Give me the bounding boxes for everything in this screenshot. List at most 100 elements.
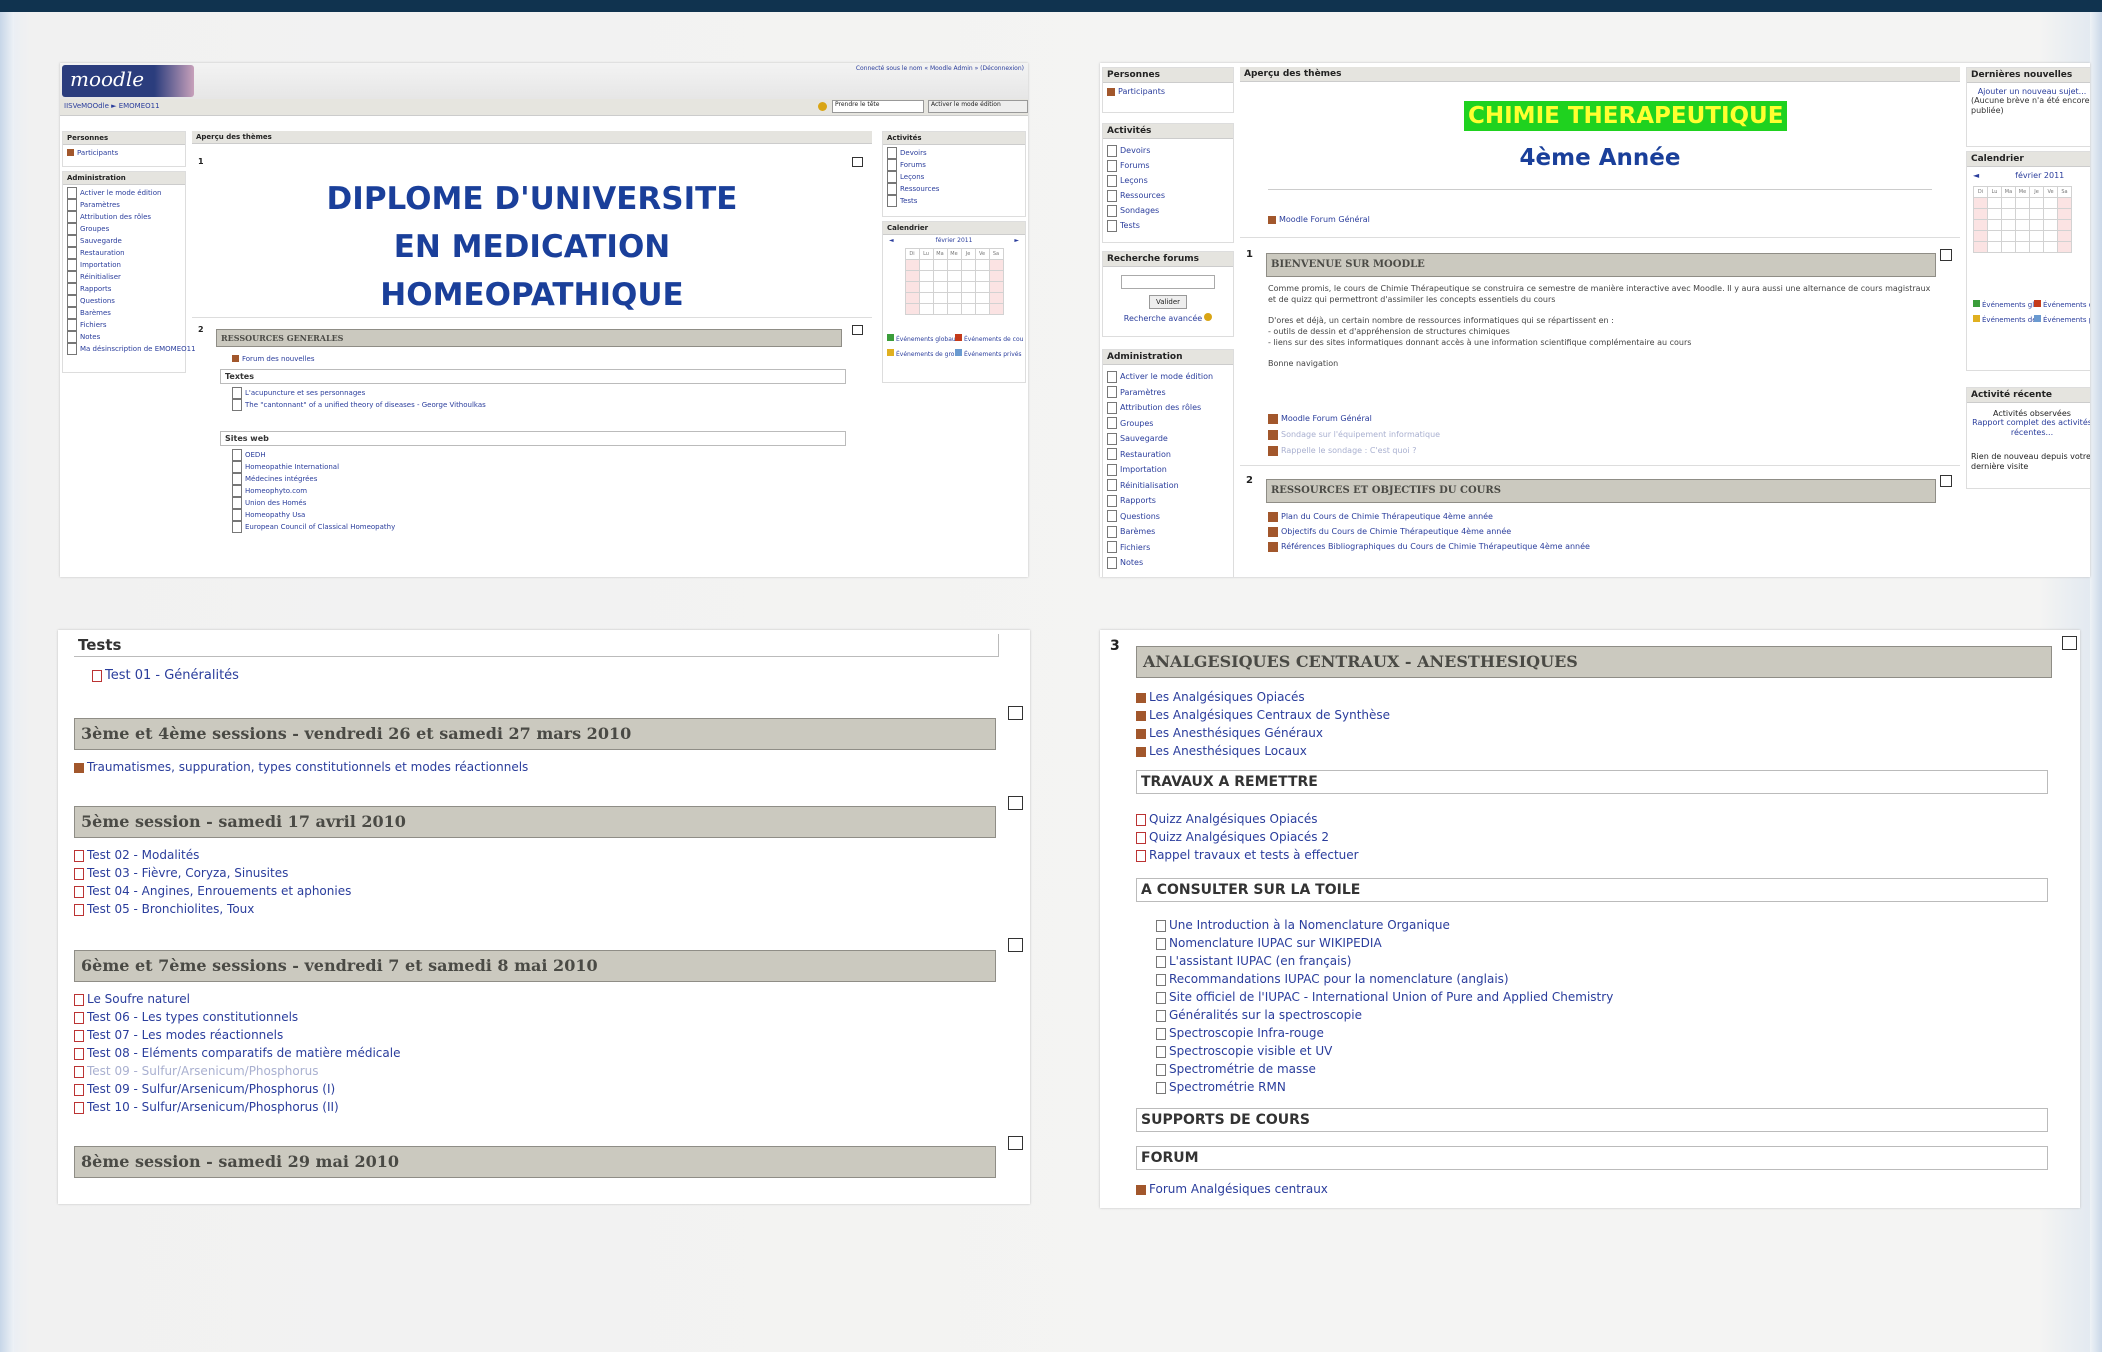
list-item-link[interactable]: Les Analgésiques Opiacés — [1149, 690, 1305, 704]
list-item-link[interactable]: OEDH — [245, 451, 266, 459]
calendar-day-cell[interactable] — [2057, 208, 2072, 220]
edit-mode-button[interactable]: Activer le mode édition — [928, 100, 1028, 113]
calendar-day-cell[interactable] — [918, 281, 934, 293]
calendar-day-cell[interactable] — [2057, 197, 2072, 209]
calendar-day-cell[interactable] — [974, 270, 990, 282]
breadcrumb[interactable]: IISVeMOOdle ► EMOMEO11 — [64, 100, 160, 112]
list-item-link[interactable]: Restauration — [80, 249, 125, 257]
calendar-day-cell[interactable] — [932, 270, 948, 282]
legend-label[interactable]: Événements de cours — [2043, 301, 2090, 309]
list-item-link[interactable]: Groupes — [80, 225, 109, 233]
calendar-day-cell[interactable] — [988, 270, 1004, 282]
calendar-day-cell[interactable] — [2015, 208, 2030, 220]
calendar-day-cell[interactable] — [904, 292, 920, 304]
calendar-day-cell[interactable] — [2001, 197, 2016, 209]
list-item-link[interactable]: Sauvegarde — [1120, 434, 1168, 443]
calendar-day-cell[interactable] — [2043, 197, 2058, 209]
list-item-link[interactable]: Devoirs — [900, 149, 927, 157]
section-3-toggle[interactable] — [2062, 636, 2077, 650]
section-1-toggle[interactable] — [852, 157, 863, 167]
list-item-link[interactable]: Nomenclature IUPAC sur WIKIPEDIA — [1169, 936, 1382, 950]
calendar-day-cell[interactable] — [988, 292, 1004, 304]
list-item-link[interactable]: Moodle Forum Général — [1281, 414, 1372, 423]
calendar-month[interactable]: février 2011 — [2015, 171, 2064, 180]
list-item-link[interactable]: Test 09 - Sulfur/Arsenicum/Phosphorus — [87, 1064, 318, 1078]
legend-item[interactable]: Événements de cours — [955, 334, 1023, 345]
legend-label[interactable]: Événements de groupe — [896, 351, 955, 358]
list-item-link[interactable]: Union des Homés — [245, 499, 306, 507]
list-item-link[interactable]: Rappel travaux et tests à effectuer — [1149, 848, 1359, 862]
help-icon[interactable] — [1204, 313, 1213, 321]
calendar-day-cell[interactable] — [932, 259, 948, 271]
calendar-day-cell[interactable] — [2001, 208, 2016, 220]
list-item-link[interactable]: Les Analgésiques Centraux de Synthèse — [1149, 708, 1390, 722]
help-icon[interactable] — [818, 102, 827, 111]
list-item-link[interactable]: Médecines intégrées — [245, 475, 317, 483]
calendar-day-cell[interactable] — [2029, 241, 2044, 253]
login-info[interactable]: Connecté sous le nom « Moodle Admin » (D… — [856, 63, 1024, 75]
list-item-link[interactable]: Rapports — [80, 285, 111, 293]
list-item-link[interactable]: Sondage sur l'équipement informatique — [1281, 430, 1440, 439]
calendar-day-cell[interactable] — [974, 259, 990, 271]
list-item-link[interactable]: Importation — [1120, 465, 1167, 474]
list-item-link[interactable]: Spectrométrie de masse — [1169, 1062, 1316, 1076]
legend-item[interactable]: Événements globaux — [1973, 300, 2034, 311]
list-item-link[interactable]: Ressources — [900, 185, 939, 193]
list-item-link[interactable]: Réinitialiser — [80, 273, 121, 281]
legend-label[interactable]: Événements de cours — [964, 336, 1023, 343]
search-button[interactable]: Valider — [1149, 295, 1187, 309]
moodle-logo[interactable]: moodle — [62, 65, 194, 97]
add-news-link[interactable]: Ajouter un nouveau sujet... — [1967, 87, 2090, 96]
calendar-day-cell[interactable] — [988, 303, 1004, 315]
calendar-day-cell[interactable] — [974, 303, 990, 315]
calendar-day-cell[interactable] — [2015, 230, 2030, 242]
list-item-link[interactable]: Activer le mode édition — [80, 189, 161, 197]
calendar-day-cell[interactable] — [988, 259, 1004, 271]
calendar-day-cell[interactable] — [946, 303, 962, 315]
list-item-link[interactable]: Fichiers — [80, 321, 107, 329]
calendar-day-cell[interactable] — [946, 281, 962, 293]
participants-link[interactable]: Participants — [77, 149, 118, 157]
legend-item[interactable]: Événements de groupe — [1973, 315, 2034, 326]
calendar-day-cell[interactable] — [932, 303, 948, 315]
list-item-link[interactable]: Fichiers — [1120, 543, 1150, 552]
list-item-link[interactable]: European Council of Classical Homeopathy — [245, 523, 395, 531]
legend-label[interactable]: Événements globaux — [1982, 301, 2034, 309]
forum-news-link[interactable]: Forum des nouvelles — [242, 355, 315, 363]
calendar-day-cell[interactable] — [1973, 230, 1988, 242]
participants-link[interactable]: Participants — [1118, 87, 1165, 96]
list-item-link[interactable]: L'assistant IUPAC (en français) — [1169, 954, 1351, 968]
list-item-link[interactable]: Traumatismes, suppuration, types constit… — [87, 760, 528, 774]
list-item-link[interactable]: Réinitialisation — [1120, 481, 1179, 490]
list-item-link[interactable]: Leçons — [900, 173, 924, 181]
calendar-day-cell[interactable] — [960, 270, 976, 282]
list-item-link[interactable]: Une Introduction à la Nomenclature Organ… — [1169, 918, 1450, 932]
list-item-link[interactable]: Tests — [1120, 221, 1140, 230]
list-item-link[interactable]: Le Soufre naturel — [87, 992, 190, 1006]
list-item-link[interactable]: Plan du Cours de Chimie Thérapeutique 4è… — [1281, 512, 1493, 521]
calendar-day-cell[interactable] — [2043, 230, 2058, 242]
list-item-link[interactable]: Test 02 - Modalités — [87, 848, 199, 862]
section-toggle-4[interactable] — [1008, 1136, 1023, 1150]
advanced-search-link[interactable]: Recherche avancée — [1124, 314, 1202, 323]
list-item-link[interactable]: Spectroscopie Infra-rouge — [1169, 1026, 1324, 1040]
list-item-link[interactable]: Forums — [1120, 161, 1150, 170]
list-item-link[interactable]: Quizz Analgésiques Opiacés — [1149, 812, 1318, 826]
calendar-day-cell[interactable] — [2015, 241, 2030, 253]
calendar-day-cell[interactable] — [904, 259, 920, 271]
list-item-link[interactable]: Test 07 - Les modes réactionnels — [87, 1028, 283, 1042]
calendar-day-cell[interactable] — [946, 259, 962, 271]
calendar-day-cell[interactable] — [2001, 219, 2016, 231]
calendar-day-cell[interactable] — [932, 292, 948, 304]
list-item-link[interactable]: Paramètres — [1120, 388, 1166, 397]
calendar-day-cell[interactable] — [2043, 241, 2058, 253]
calendar-prev-arrow[interactable]: ◄ — [889, 237, 894, 244]
calendar-day-cell[interactable] — [1973, 241, 1988, 253]
calendar-day-cell[interactable] — [2057, 230, 2072, 242]
list-item-link[interactable]: Forums — [900, 161, 926, 169]
list-item-link[interactable]: Homeopathy Usa — [245, 511, 305, 519]
list-item-link[interactable]: Notes — [80, 333, 100, 341]
calendar-day-cell[interactable] — [2057, 241, 2072, 253]
list-item-link[interactable]: Attribution des rôles — [1120, 403, 1201, 412]
section-1-toggle[interactable] — [1940, 249, 1952, 261]
